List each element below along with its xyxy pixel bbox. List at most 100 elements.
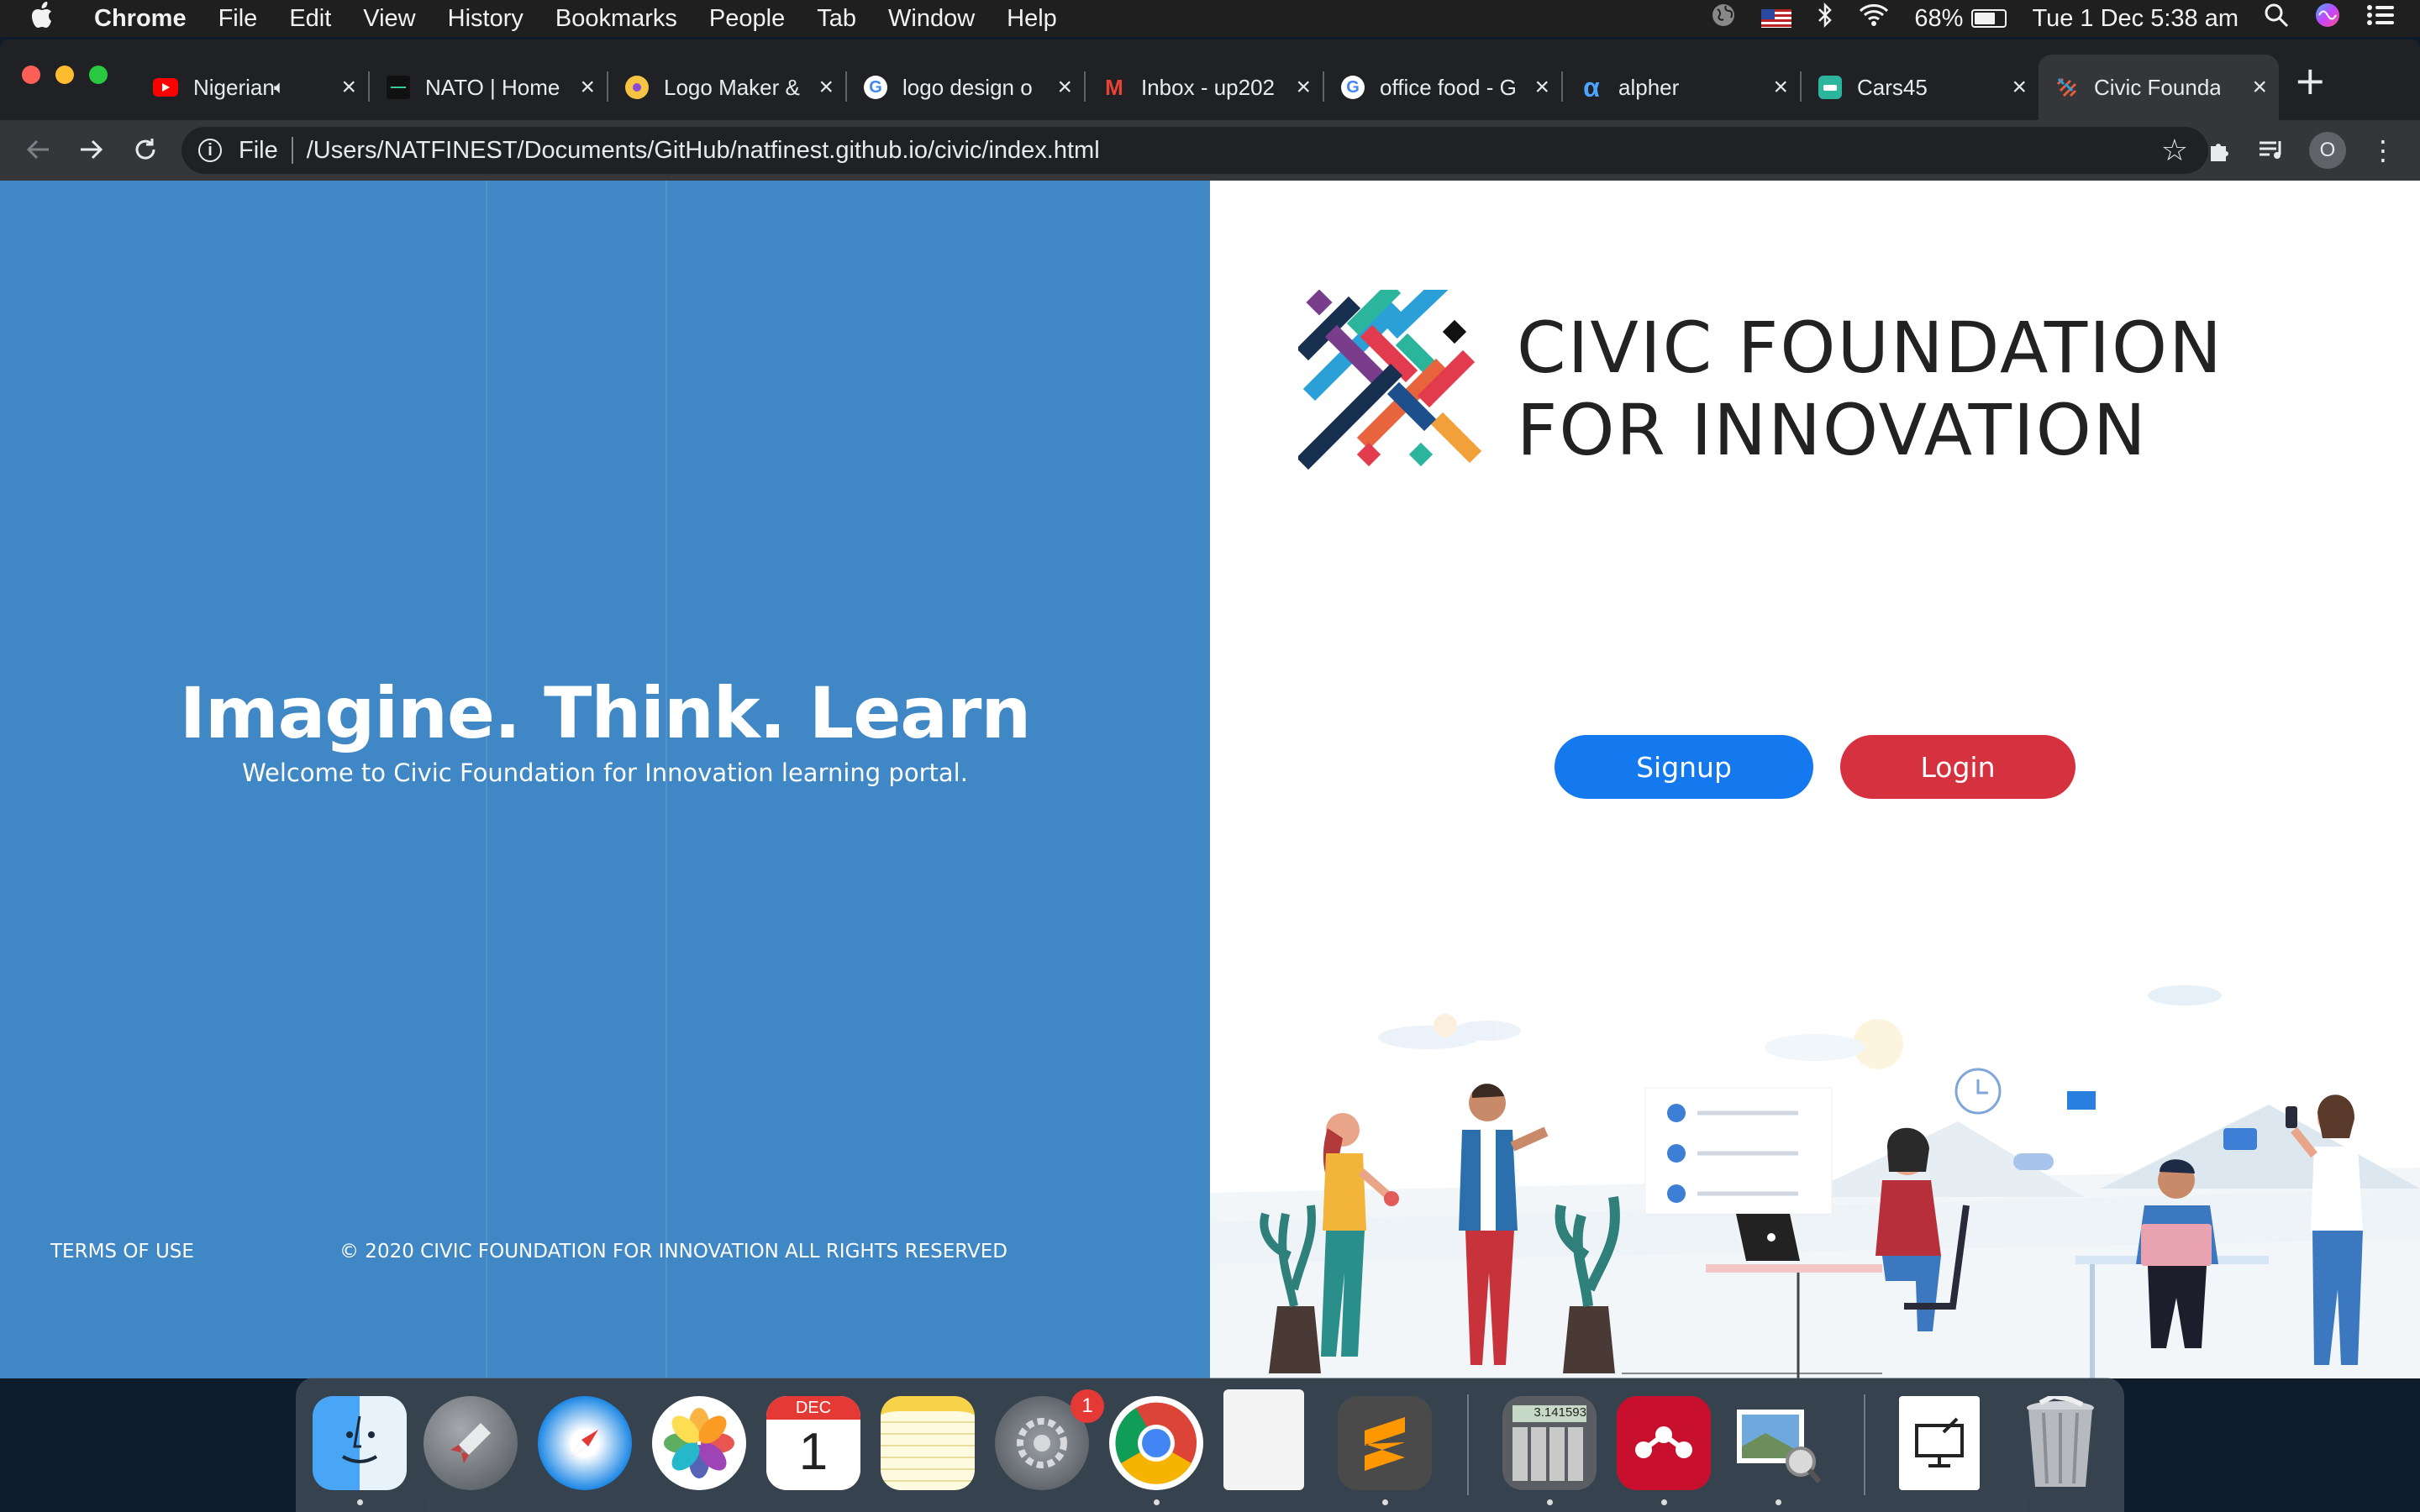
dock-separator xyxy=(1864,1394,1865,1495)
notification-center-icon[interactable] xyxy=(2366,3,2395,34)
running-indicator xyxy=(1776,1499,1781,1505)
notification-badge: 1 xyxy=(1071,1389,1104,1423)
tab-nigerian[interactable]: Nigerian C 🔈︎ × xyxy=(141,55,370,120)
mendeley-icon[interactable] xyxy=(1617,1396,1711,1490)
forward-button[interactable] xyxy=(71,129,113,171)
chrome-menu-icon[interactable]: ⋮ xyxy=(2365,132,2402,169)
calendar-icon[interactable]: DEC 1 xyxy=(766,1396,860,1490)
menu-tab[interactable]: Tab xyxy=(817,5,856,33)
chrome-icon[interactable] xyxy=(1109,1396,1203,1490)
checklist-card xyxy=(1644,1087,1833,1215)
tab-office-food[interactable]: G office food - G × xyxy=(1324,55,1563,120)
battery-status[interactable]: 68% xyxy=(1914,5,2007,33)
tab-alpher[interactable]: α alpher × xyxy=(1563,55,1802,120)
calendar-month: DEC xyxy=(766,1396,860,1420)
profile-avatar[interactable]: O xyxy=(2309,132,2346,169)
brand-line-1: CIVIC FOUNDATION xyxy=(1517,307,2223,389)
menu-history[interactable]: History xyxy=(448,5,523,33)
close-tab-icon[interactable]: × xyxy=(580,73,595,102)
close-tab-icon[interactable]: × xyxy=(1773,73,1788,102)
minimize-window-button[interactable] xyxy=(55,66,74,84)
brand-line-2: FOR INNOVATION xyxy=(1517,389,2148,471)
running-indicator xyxy=(1154,1499,1160,1505)
address-bar[interactable]: i File /Users/NATFINEST/Documents/GitHub… xyxy=(182,127,2208,174)
safari-icon[interactable] xyxy=(538,1396,632,1490)
login-button[interactable]: Login xyxy=(1840,735,2075,799)
auth-panel: CIVIC FOUNDATION FOR INNOVATION Signup L… xyxy=(1210,181,2420,1378)
finder-icon[interactable] xyxy=(313,1396,407,1490)
menu-edit[interactable]: Edit xyxy=(289,5,331,33)
tab-nato[interactable]: NATO | Home × xyxy=(370,55,608,120)
url-text[interactable]: /Users/NATFINEST/Documents/GitHub/natfin… xyxy=(307,137,1100,165)
launchpad-icon[interactable] xyxy=(424,1396,518,1490)
new-tab-button[interactable]: + xyxy=(2294,58,2327,103)
team-illustration xyxy=(1210,985,2420,1378)
tab-cars45[interactable]: Cars45 × xyxy=(1802,55,2039,120)
chat-bubble-icon xyxy=(2013,1153,2054,1170)
input-source-flag-icon[interactable] xyxy=(1761,9,1792,28)
menu-app-name[interactable]: Chrome xyxy=(94,5,187,33)
alpha-icon: α xyxy=(1583,71,1600,102)
menu-view[interactable]: View xyxy=(363,5,415,33)
file-icon[interactable] xyxy=(1223,1389,1304,1490)
close-tab-icon[interactable]: × xyxy=(2012,73,2027,102)
hero-headline: Imagine. Think. Learn xyxy=(179,672,1031,754)
globe-icon[interactable] xyxy=(1711,3,1736,34)
apple-menu-icon[interactable] xyxy=(32,2,59,35)
url-scheme-label: File xyxy=(239,136,278,164)
close-tab-icon[interactable]: × xyxy=(1057,73,1072,102)
web-page: Imagine. Think. Learn Welcome to Civic F… xyxy=(0,181,2420,1378)
civic-icon xyxy=(2055,76,2079,99)
tab-title: office food - G xyxy=(1380,74,1517,100)
menu-help[interactable]: Help xyxy=(1007,5,1057,33)
audio-playing-icon[interactable]: 🔈︎ xyxy=(274,76,285,98)
back-button[interactable] xyxy=(17,129,59,171)
tab-inbox[interactable]: M Inbox - up202 × xyxy=(1086,55,1324,120)
screenshot-icon[interactable] xyxy=(1899,1396,1980,1490)
sublime-text-icon[interactable] xyxy=(1338,1396,1432,1490)
tab-logo-design[interactable]: G logo design o × xyxy=(847,55,1086,120)
close-tab-icon[interactable]: × xyxy=(2252,73,2267,102)
close-tab-icon[interactable]: × xyxy=(1534,73,1549,102)
calendar-day: 1 xyxy=(798,1423,829,1481)
menu-bookmarks[interactable]: Bookmarks xyxy=(555,5,677,33)
tab-title: Nigerian C xyxy=(193,74,277,100)
preview-icon[interactable] xyxy=(1731,1396,1825,1490)
close-tab-icon[interactable]: × xyxy=(1296,73,1311,102)
bookmark-star-icon[interactable]: ☆ xyxy=(2161,133,2188,168)
reload-button[interactable] xyxy=(124,129,166,171)
photos-icon[interactable] xyxy=(652,1396,746,1490)
macos-dock: DEC 1 1 3.141593 xyxy=(296,1378,2124,1512)
siri-icon[interactable] xyxy=(2314,2,2341,35)
tab-title: Cars45 xyxy=(1857,74,1928,100)
bluetooth-icon[interactable] xyxy=(1817,2,1833,34)
close-tab-icon[interactable]: × xyxy=(341,73,356,102)
cars45-icon xyxy=(1818,76,1842,99)
gmail-icon: M xyxy=(1105,74,1123,100)
tab-civic-foundation[interactable]: Civic Foundat × xyxy=(2039,55,2279,120)
running-indicator xyxy=(357,1499,363,1505)
signup-button[interactable]: Signup xyxy=(1555,735,1813,799)
tab-logo-maker[interactable]: Logo Maker & × xyxy=(608,55,847,120)
nato-icon xyxy=(387,76,410,99)
extensions-puzzle-icon[interactable] xyxy=(2202,132,2238,169)
menu-people[interactable]: People xyxy=(709,5,785,33)
menu-file[interactable]: File xyxy=(218,5,258,33)
menu-window[interactable]: Window xyxy=(888,5,975,33)
notes-icon[interactable] xyxy=(881,1396,975,1490)
welcome-text: Welcome to Civic Foundation for Innovati… xyxy=(242,759,968,787)
wifi-icon[interactable] xyxy=(1859,3,1889,34)
close-tab-icon[interactable]: × xyxy=(818,73,834,102)
media-queue-icon[interactable] xyxy=(2254,132,2291,169)
terms-of-use-link[interactable]: TERMS OF USE xyxy=(50,1241,194,1263)
close-window-button[interactable] xyxy=(22,66,40,84)
trash-icon[interactable] xyxy=(2013,1396,2107,1490)
battery-fill xyxy=(1975,13,1995,24)
menu-clock[interactable]: Tue 1 Dec 5:38 am xyxy=(2032,5,2238,33)
calculator-icon[interactable]: 3.141593 xyxy=(1502,1396,1597,1490)
brand-name: CIVIC FOUNDATION FOR INNOVATION xyxy=(1517,307,2223,471)
site-info-icon[interactable]: i xyxy=(198,139,222,162)
spotlight-search-icon[interactable] xyxy=(2264,3,2289,34)
tab-title: alpher xyxy=(1618,74,1680,100)
zoom-window-button[interactable] xyxy=(89,66,108,84)
